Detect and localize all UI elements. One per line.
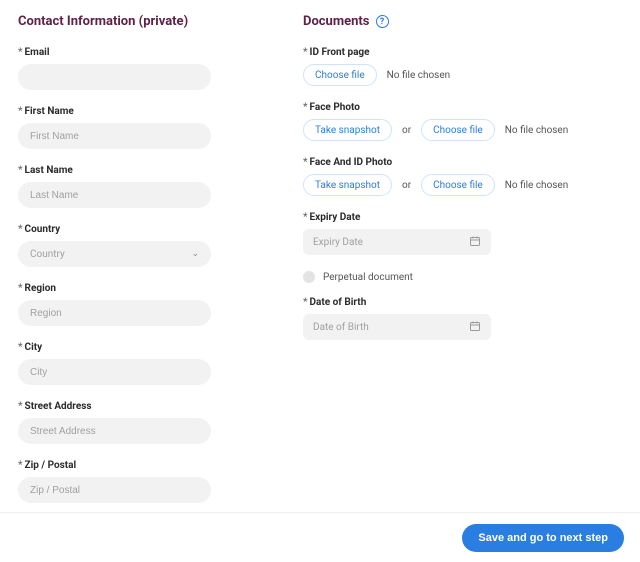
- last-name-field[interactable]: [18, 182, 211, 208]
- calendar-icon: [469, 320, 481, 335]
- street-label: *Street Address: [18, 401, 253, 412]
- face-photo-choose-file-button[interactable]: Choose file: [421, 119, 495, 141]
- chevron-down-icon: ⌄: [191, 249, 199, 259]
- id-front-no-file: No file chosen: [387, 70, 451, 81]
- documents-section-title: Documents ?: [303, 14, 603, 29]
- email-label: *Email: [18, 47, 253, 58]
- face-and-id-choose-file-button[interactable]: Choose file: [421, 174, 495, 196]
- expiry-date-field[interactable]: Expiry Date: [303, 229, 491, 255]
- first-name-label: *First Name: [18, 106, 253, 117]
- region-field[interactable]: [18, 300, 211, 326]
- country-label: *Country: [18, 224, 253, 235]
- dob-placeholder: Date of Birth: [313, 322, 369, 333]
- zip-label: *Zip / Postal: [18, 460, 253, 471]
- or-text-2: or: [402, 180, 411, 191]
- city-label: *City: [18, 342, 253, 353]
- dob-field[interactable]: Date of Birth: [303, 314, 491, 340]
- face-photo-no-file: No file chosen: [505, 125, 569, 136]
- email-field[interactable]: [18, 64, 211, 90]
- or-text: or: [402, 125, 411, 136]
- radio-icon: [303, 271, 315, 283]
- face-photo-label: *Face Photo: [303, 102, 603, 113]
- id-front-choose-file-button[interactable]: Choose file: [303, 64, 377, 86]
- last-name-label: *Last Name: [18, 165, 253, 176]
- id-front-label: *ID Front page: [303, 47, 603, 58]
- first-name-field[interactable]: [18, 123, 211, 149]
- expiry-placeholder: Expiry Date: [313, 237, 363, 248]
- country-select[interactable]: Country ⌄: [18, 241, 211, 267]
- street-field[interactable]: [18, 418, 211, 444]
- perpetual-radio[interactable]: Perpetual document: [303, 271, 603, 283]
- expiry-label: *Expiry Date: [303, 212, 603, 223]
- calendar-icon: [469, 235, 481, 250]
- zip-field[interactable]: [18, 477, 211, 503]
- dob-label: *Date of Birth: [303, 297, 603, 308]
- contact-section-title: Contact Information (private): [18, 14, 253, 29]
- face-and-id-snapshot-button[interactable]: Take snapshot: [303, 174, 392, 196]
- region-label: *Region: [18, 283, 253, 294]
- face-and-id-label: *Face And ID Photo: [303, 157, 603, 168]
- save-next-button[interactable]: Save and go to next step: [462, 524, 624, 552]
- country-select-placeholder: Country: [30, 249, 65, 260]
- footer-bar: Save and go to next step: [0, 512, 640, 562]
- city-field[interactable]: [18, 359, 211, 385]
- face-and-id-no-file: No file chosen: [505, 180, 569, 191]
- help-icon[interactable]: ?: [376, 15, 389, 28]
- face-photo-snapshot-button[interactable]: Take snapshot: [303, 119, 392, 141]
- perpetual-label: Perpetual document: [323, 272, 413, 283]
